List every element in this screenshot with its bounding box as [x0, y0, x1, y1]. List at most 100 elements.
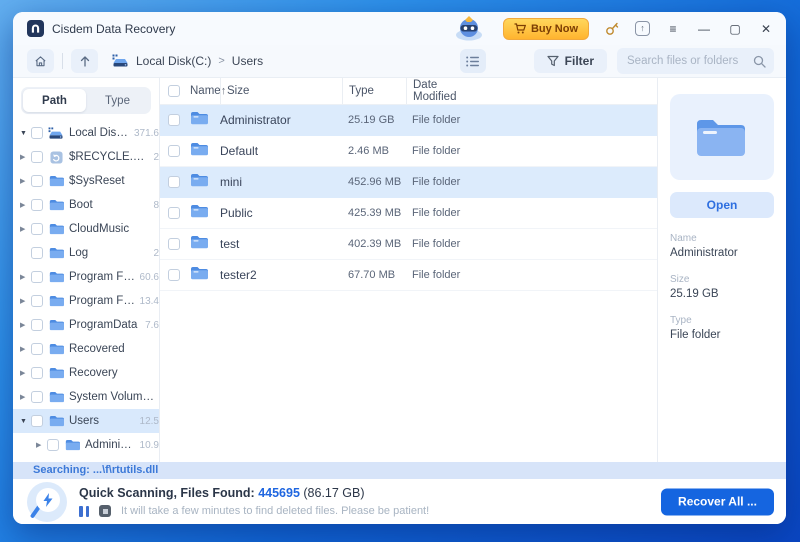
search-input[interactable] — [627, 55, 753, 67]
field-value-type: File folder — [670, 329, 721, 341]
tree-checkbox[interactable] — [47, 439, 59, 451]
field-label-size: Size — [670, 274, 690, 285]
tree-checkbox[interactable] — [31, 415, 43, 427]
open-button[interactable]: Open — [670, 192, 774, 218]
tab-path[interactable]: Path — [23, 89, 86, 112]
recover-all-button[interactable]: Recover All ... — [661, 488, 774, 515]
tree-item-log[interactable]: Log 2 — [13, 241, 159, 265]
expand-down-icon[interactable]: ▼ — [20, 130, 31, 137]
folder-icon — [48, 199, 64, 211]
folder-icon — [190, 235, 220, 254]
tree-item-cloudmusic[interactable]: ▶ CloudMusic — [13, 217, 159, 241]
row-checkbox[interactable] — [168, 269, 180, 281]
expand-right-icon[interactable]: ▶ — [20, 153, 31, 161]
divider — [62, 53, 63, 69]
tree-item-program-files[interactable]: ▶ Program Files 60.6 — [13, 265, 159, 289]
tree-checkbox[interactable] — [31, 319, 43, 331]
tree-checkbox[interactable] — [31, 175, 43, 187]
tree-item-size: 2 — [153, 151, 159, 163]
tree-item-administrator[interactable]: ▶ Administrator10.9 — [13, 433, 159, 457]
tree-checkbox[interactable] — [31, 391, 43, 403]
filter-button[interactable]: Filter — [533, 49, 607, 73]
row-checkbox[interactable] — [168, 145, 180, 157]
tree-item-boot[interactable]: ▶ Boot 8 — [13, 193, 159, 217]
tree-checkbox[interactable] — [31, 151, 43, 163]
row-checkbox[interactable] — [168, 176, 180, 188]
pause-button[interactable] — [79, 505, 89, 517]
expand-right-icon[interactable]: ▶ — [20, 225, 31, 233]
tree-item-users[interactable]: ▼ Users 12.5 — [13, 409, 159, 433]
tree-item-system-volume-inform-[interactable]: ▶ System Volume Inform... — [13, 385, 159, 409]
mascot-icon — [455, 16, 482, 41]
file-row-tester2[interactable]: tester2 67.70 MB File folder — [160, 260, 657, 291]
file-row-public[interactable]: Public 425.39 MB File folder — [160, 198, 657, 229]
row-checkbox[interactable] — [168, 238, 180, 250]
expand-down-icon[interactable]: ▼ — [20, 418, 31, 425]
tree-item-programdata[interactable]: ▶ ProgramData 7.6 — [13, 313, 159, 337]
expand-right-icon[interactable]: ▶ — [20, 393, 31, 401]
expand-right-icon[interactable]: ▶ — [36, 441, 47, 449]
folder-icon — [49, 248, 64, 259]
breadcrumb-folder[interactable]: Users — [232, 54, 263, 68]
close-button[interactable]: ✕ — [758, 22, 774, 36]
tree-checkbox[interactable] — [31, 199, 43, 211]
home-button[interactable] — [27, 49, 54, 73]
expand-right-icon[interactable]: ▶ — [20, 201, 31, 209]
menu-icon[interactable]: ≡ — [665, 22, 681, 36]
tree-checkbox[interactable] — [31, 271, 43, 283]
tree-item-size: 371.6 — [133, 127, 159, 139]
search-icon[interactable] — [753, 55, 766, 68]
expand-right-icon[interactable]: ▶ — [20, 345, 31, 353]
field-value-name: Administrator — [670, 247, 738, 259]
list-view-icon — [466, 56, 480, 66]
expand-right-icon[interactable]: ▶ — [20, 177, 31, 185]
column-date-modified[interactable]: Date Modified — [406, 78, 479, 104]
tree-item--recycle-bin[interactable]: ▶ $RECYCLE.BIN 2 — [13, 145, 159, 169]
file-row-administrator[interactable]: Administrator 25.19 GB File folder — [160, 105, 657, 136]
folder-icon — [191, 266, 208, 279]
expand-right-icon[interactable]: ▶ — [20, 297, 31, 305]
tree-item-size: 8 — [153, 199, 159, 211]
upgrade-icon[interactable]: ↑ — [635, 21, 650, 36]
row-checkbox[interactable] — [168, 207, 180, 219]
minimize-button[interactable]: — — [696, 22, 712, 36]
tree-item-label: Local Disk(C:) — [69, 127, 131, 139]
file-size: 425.39 MB — [348, 207, 402, 219]
details-panel: Open Name Administrator Size 25.19 GB Ty… — [657, 78, 786, 462]
stop-button[interactable] — [99, 505, 111, 517]
home-icon — [35, 55, 46, 66]
key-icon[interactable] — [604, 21, 620, 36]
breadcrumb-drive[interactable]: Local Disk(C:) — [136, 54, 211, 68]
buy-now-button[interactable]: Buy Now — [502, 17, 589, 40]
sidebar-tabbar: Path Type — [21, 87, 151, 114]
tree-checkbox[interactable] — [31, 343, 43, 355]
row-checkbox[interactable] — [168, 114, 180, 126]
expand-right-icon[interactable]: ▶ — [20, 369, 31, 377]
tree-checkbox[interactable] — [31, 127, 43, 139]
tree-item-recovered[interactable]: ▶ Recovered — [13, 337, 159, 361]
column-name[interactable]: Name — [190, 85, 221, 97]
tab-type[interactable]: Type — [86, 89, 149, 112]
tree-item--sysreset[interactable]: ▶ $SysReset — [13, 169, 159, 193]
file-row-test[interactable]: test 402.39 MB File folder — [160, 229, 657, 260]
disk-icon — [48, 126, 63, 139]
select-all-checkbox[interactable] — [168, 85, 180, 97]
tree-item-program-files-x86-[interactable]: ▶ Program Files (x86)13.4 — [13, 289, 159, 313]
tree-checkbox[interactable] — [31, 295, 43, 307]
expand-right-icon[interactable]: ▶ — [20, 273, 31, 281]
tree-item-local-disk-c-[interactable]: ▼ Local Disk(C:)371.6 — [13, 121, 159, 145]
tree-item-recovery[interactable]: ▶ Recovery — [13, 361, 159, 385]
column-size[interactable]: Size — [220, 78, 342, 104]
searching-status: Searching: ...\f\rtutils.dll — [13, 462, 786, 479]
up-button[interactable] — [71, 49, 98, 73]
file-row-mini[interactable]: mini 452.96 MB File folder — [160, 167, 657, 198]
tree-item-size: 10.9 — [139, 439, 159, 451]
file-row-default[interactable]: Default 2.46 MB File folder — [160, 136, 657, 167]
column-type[interactable]: Type — [342, 78, 406, 104]
expand-right-icon[interactable]: ▶ — [20, 321, 31, 329]
maximize-button[interactable]: ▢ — [727, 22, 743, 36]
view-toggle-button[interactable] — [459, 49, 486, 73]
tree-checkbox[interactable] — [31, 247, 43, 259]
tree-checkbox[interactable] — [31, 223, 43, 235]
tree-checkbox[interactable] — [31, 367, 43, 379]
